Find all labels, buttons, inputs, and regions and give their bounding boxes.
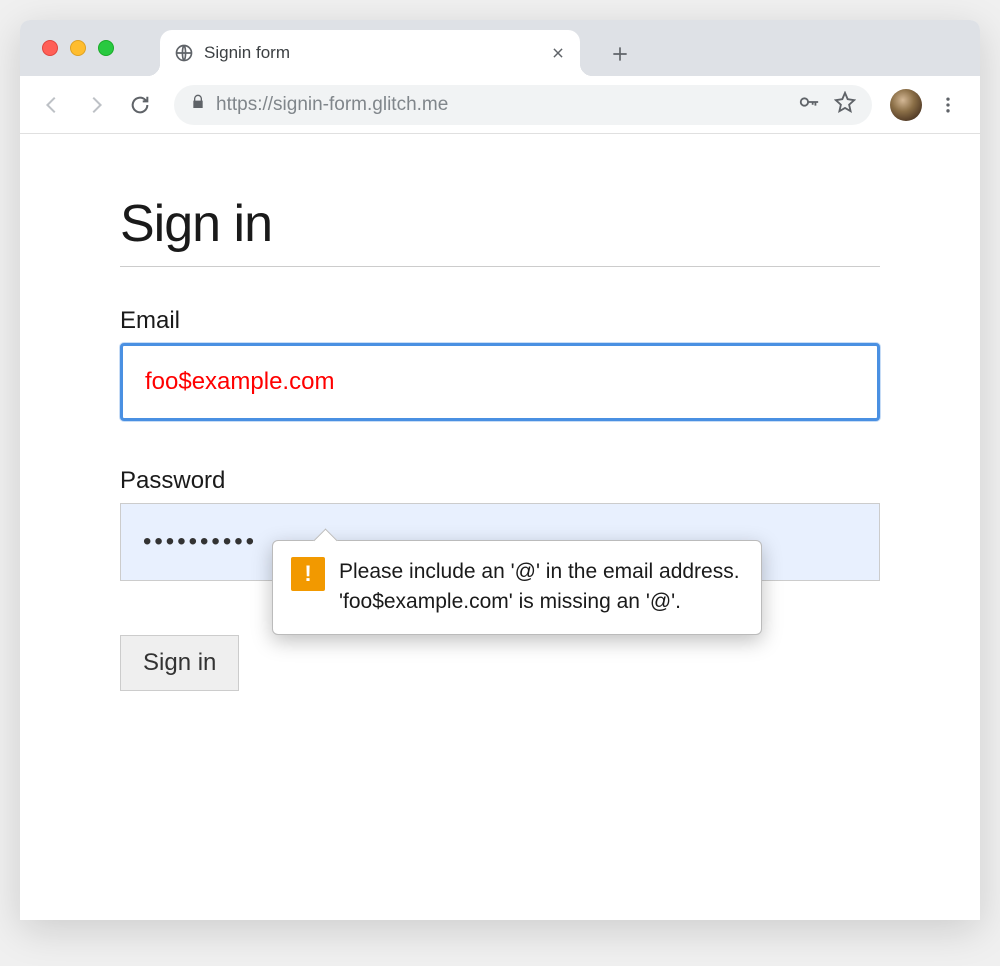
address-bar[interactable]: https://signin-form.glitch.me [174, 85, 872, 125]
tab-title: Signin form [204, 43, 540, 63]
browser-tab[interactable]: Signin form [160, 30, 580, 76]
email-field[interactable] [120, 343, 880, 421]
tab-strip: Signin form [20, 20, 980, 76]
window-controls [42, 40, 114, 56]
url-text: https://signin-form.glitch.me [216, 94, 784, 116]
browser-menu-button[interactable] [930, 87, 966, 123]
password-label: Password [120, 467, 880, 495]
back-button[interactable] [34, 87, 70, 123]
new-tab-button[interactable] [602, 36, 638, 72]
page-content: Sign in Email Password Sign in ! Please … [20, 134, 980, 920]
email-label: Email [120, 307, 880, 335]
browser-toolbar: https://signin-form.glitch.me [20, 76, 980, 134]
minimize-window-button[interactable] [70, 40, 86, 56]
close-window-button[interactable] [42, 40, 58, 56]
signin-button[interactable]: Sign in [120, 635, 239, 691]
validation-message: Please include an '@' in the email addre… [339, 557, 743, 618]
browser-window: Signin form https://signin-form.glitch.m… [20, 20, 980, 920]
page-title: Sign in [120, 194, 880, 267]
alert-icon: ! [291, 557, 325, 591]
forward-button[interactable] [78, 87, 114, 123]
profile-avatar[interactable] [890, 89, 922, 121]
password-key-icon[interactable] [798, 91, 820, 118]
bookmark-star-icon[interactable] [834, 91, 856, 118]
validation-tooltip: ! Please include an '@' in the email add… [272, 540, 762, 635]
reload-button[interactable] [122, 87, 158, 123]
globe-icon [174, 43, 194, 63]
lock-icon [190, 94, 206, 115]
maximize-window-button[interactable] [98, 40, 114, 56]
close-tab-icon[interactable] [550, 45, 566, 61]
